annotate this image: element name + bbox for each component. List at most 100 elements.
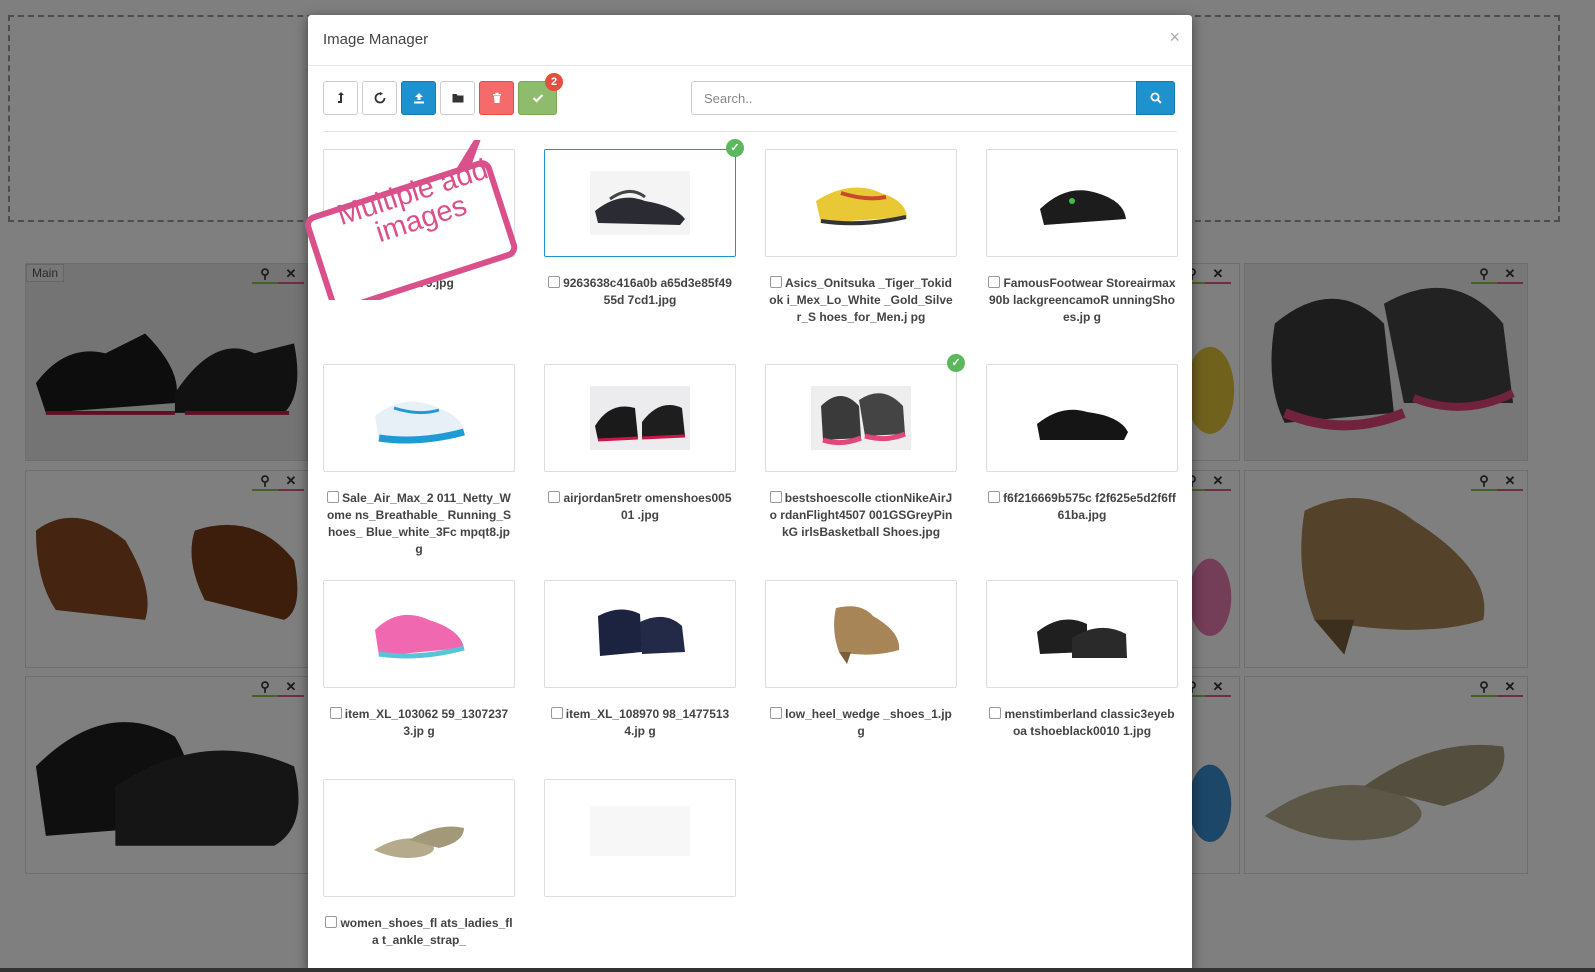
image-checkbox[interactable]	[550, 707, 563, 719]
jordan-flight-image	[811, 386, 911, 450]
folder-icon	[452, 94, 463, 103]
image-checkbox[interactable]	[989, 707, 1002, 719]
close-icon[interactable]: ×	[1169, 27, 1180, 48]
image-checkbox[interactable]	[988, 276, 1001, 288]
gold-flat-image	[369, 806, 469, 870]
image-thumbnail[interactable]	[986, 149, 1178, 257]
image-caption: f6f216669b575c f2f625e5d2f6ff 61ba.jpg	[986, 490, 1178, 524]
image-item: menstimberland classic3eyeboa tshoeblack…	[986, 580, 1178, 740]
toolbar-divider	[323, 131, 1177, 132]
image-thumbnail[interactable]: ✓	[765, 354, 965, 472]
image-item: FamousFootwear Storeairmax90b lackgreenc…	[986, 149, 1178, 326]
image-caption: Asics_Onitsuka _Tiger_Tokidok i_Mex_Lo_W…	[765, 275, 957, 326]
image-filename: Asics_Onitsuka _Tiger_Tokidok i_Mex_Lo_W…	[769, 276, 953, 324]
add-selected-images-button[interactable]: 2	[518, 73, 563, 115]
check-icon	[532, 94, 543, 103]
image-filename: f6f216669b575c f2f625e5d2f6ff 61ba.jpg	[1003, 491, 1176, 522]
image-item: ✓ 9263638c416a0b a65d3e85f4955d 7cd1.jpg	[544, 139, 744, 309]
image-checkbox[interactable]	[988, 491, 1001, 503]
image-checkbox[interactable]	[548, 491, 561, 503]
image-thumbnail[interactable]	[544, 779, 736, 897]
image-checkbox[interactable]	[325, 916, 338, 928]
image-caption: bestshoescolle ctionNikeAirJo rdanFlight…	[765, 490, 957, 541]
refresh-button[interactable]	[362, 81, 397, 115]
image-checkbox[interactable]	[327, 491, 340, 503]
airmax-blue-image	[369, 386, 469, 450]
asics-shoe-image	[811, 171, 911, 235]
refresh-icon	[374, 92, 385, 104]
image-checkbox[interactable]	[770, 276, 783, 288]
image-item: item_XL_108970 98_14775134.jp g	[544, 580, 736, 740]
image-item: low_heel_wedge _shoes_1.jpg	[765, 580, 957, 740]
upload-button[interactable]	[401, 81, 436, 115]
image-caption: item_XL_103062 59_13072373.jp g	[323, 706, 515, 740]
pink-running-shoe-image	[369, 602, 469, 666]
image-filename: item_XL_103062 59_13072373.jp g	[344, 707, 509, 738]
selected-count-badge: 2	[545, 73, 563, 91]
image-item: Sale_Air_Max_2 011_Netty_Wome ns_Breatha…	[323, 364, 515, 558]
image-item	[544, 779, 736, 915]
timberland-boat-shoe-image	[1032, 602, 1132, 666]
search-button[interactable]	[1136, 81, 1175, 115]
image-caption: menstimberland classic3eyeboa tshoeblack…	[986, 706, 1178, 740]
search-icon	[1150, 92, 1162, 104]
selected-check-icon: ✓	[726, 139, 744, 157]
image-item: ✓ bestshoescolle ctionNikeAirJo rdanFlig…	[765, 354, 965, 541]
parent-folder-button[interactable]	[323, 81, 358, 115]
image-thumbnail[interactable]	[323, 779, 515, 897]
image-item: women_shoes_fl ats_ladies_fla t_ankle_st…	[323, 779, 515, 949]
image-thumbnail[interactable]	[544, 364, 736, 472]
image-caption: women_shoes_fl ats_ladies_fla t_ankle_st…	[323, 915, 515, 949]
search-input[interactable]	[691, 81, 1136, 115]
image-checkbox[interactable]	[329, 707, 342, 719]
image-caption: Sale_Air_Max_2 011_Netty_Wome ns_Breatha…	[323, 490, 515, 558]
image-caption: item_XL_108970 98_14775134.jp g	[544, 706, 736, 740]
jordan5-image	[590, 386, 690, 450]
image-filename: item_XL_108970 98_14775134.jp g	[565, 707, 730, 738]
image-thumbnail[interactable]: ✓	[544, 139, 744, 257]
upload-icon	[413, 93, 424, 104]
level-up-icon	[337, 92, 344, 103]
image-caption: low_heel_wedge _shoes_1.jpg	[765, 706, 957, 740]
image-caption: 9263638c416a0b a65d3e85f4955d 7cd1.jpg	[544, 275, 736, 309]
navy-boot-image	[590, 602, 690, 666]
image-caption: airjordan5retr omenshoes00501 .jpg	[544, 490, 736, 524]
image-filename: Sale_Air_Max_2 011_Netty_Wome ns_Breatha…	[326, 491, 512, 556]
trash-icon	[492, 92, 501, 103]
modal-header: Image Manager ×	[308, 15, 1192, 66]
image-thumbnail[interactable]	[765, 580, 957, 688]
image-thumbnail[interactable]	[323, 580, 515, 688]
image-manager-toolbar: 2	[323, 73, 563, 115]
image-thumbnail[interactable]	[765, 149, 957, 257]
image-filename: airjordan5retr omenshoes00501 .jpg	[563, 491, 732, 522]
selected-check-icon: ✓	[947, 354, 965, 372]
image-checkbox[interactable]	[769, 491, 782, 503]
image-thumbnail[interactable]	[544, 580, 736, 688]
search-group	[691, 81, 1175, 115]
image-filename: menstimberland classic3eyeboa tshoeblack…	[1004, 707, 1175, 738]
image-filename: bestshoescolle ctionNikeAirJo rdanFlight…	[769, 491, 953, 539]
new-folder-button[interactable]	[440, 81, 475, 115]
image-filename: women_shoes_fl ats_ladies_fla t_ankle_st…	[340, 916, 513, 947]
oxford-shoe-image	[590, 171, 690, 235]
image-caption: FamousFootwear Storeairmax90b lackgreenc…	[986, 275, 1178, 326]
image-checkbox[interactable]	[770, 707, 783, 719]
image-item: f6f216669b575c f2f625e5d2f6ff 61ba.jpg	[986, 364, 1178, 524]
image-thumbnail[interactable]	[323, 364, 515, 472]
delete-button[interactable]	[479, 81, 514, 115]
image-filename: FamousFootwear Storeairmax90b lackgreenc…	[988, 276, 1176, 324]
image-item: Asics_Onitsuka _Tiger_Tokidok i_Mex_Lo_W…	[765, 149, 957, 326]
wedge-bootie-image	[811, 602, 911, 666]
image-thumbnail[interactable]	[986, 580, 1178, 688]
airmax-black-image	[1032, 171, 1132, 235]
image-thumbnail[interactable]	[986, 364, 1178, 472]
loading-image	[590, 806, 690, 856]
page-bottom-bar	[0, 968, 1595, 972]
image-item: item_XL_103062 59_13072373.jp g	[323, 580, 515, 740]
modal-title: Image Manager	[323, 31, 429, 48]
image-filename: low_heel_wedge _shoes_1.jpg	[785, 707, 952, 738]
image-checkbox[interactable]	[548, 276, 561, 288]
suede-shoe-image	[1032, 386, 1132, 450]
image-filename: 9263638c416a0b a65d3e85f4955d 7cd1.jpg	[563, 276, 732, 307]
image-item: airjordan5retr omenshoes00501 .jpg	[544, 364, 736, 524]
